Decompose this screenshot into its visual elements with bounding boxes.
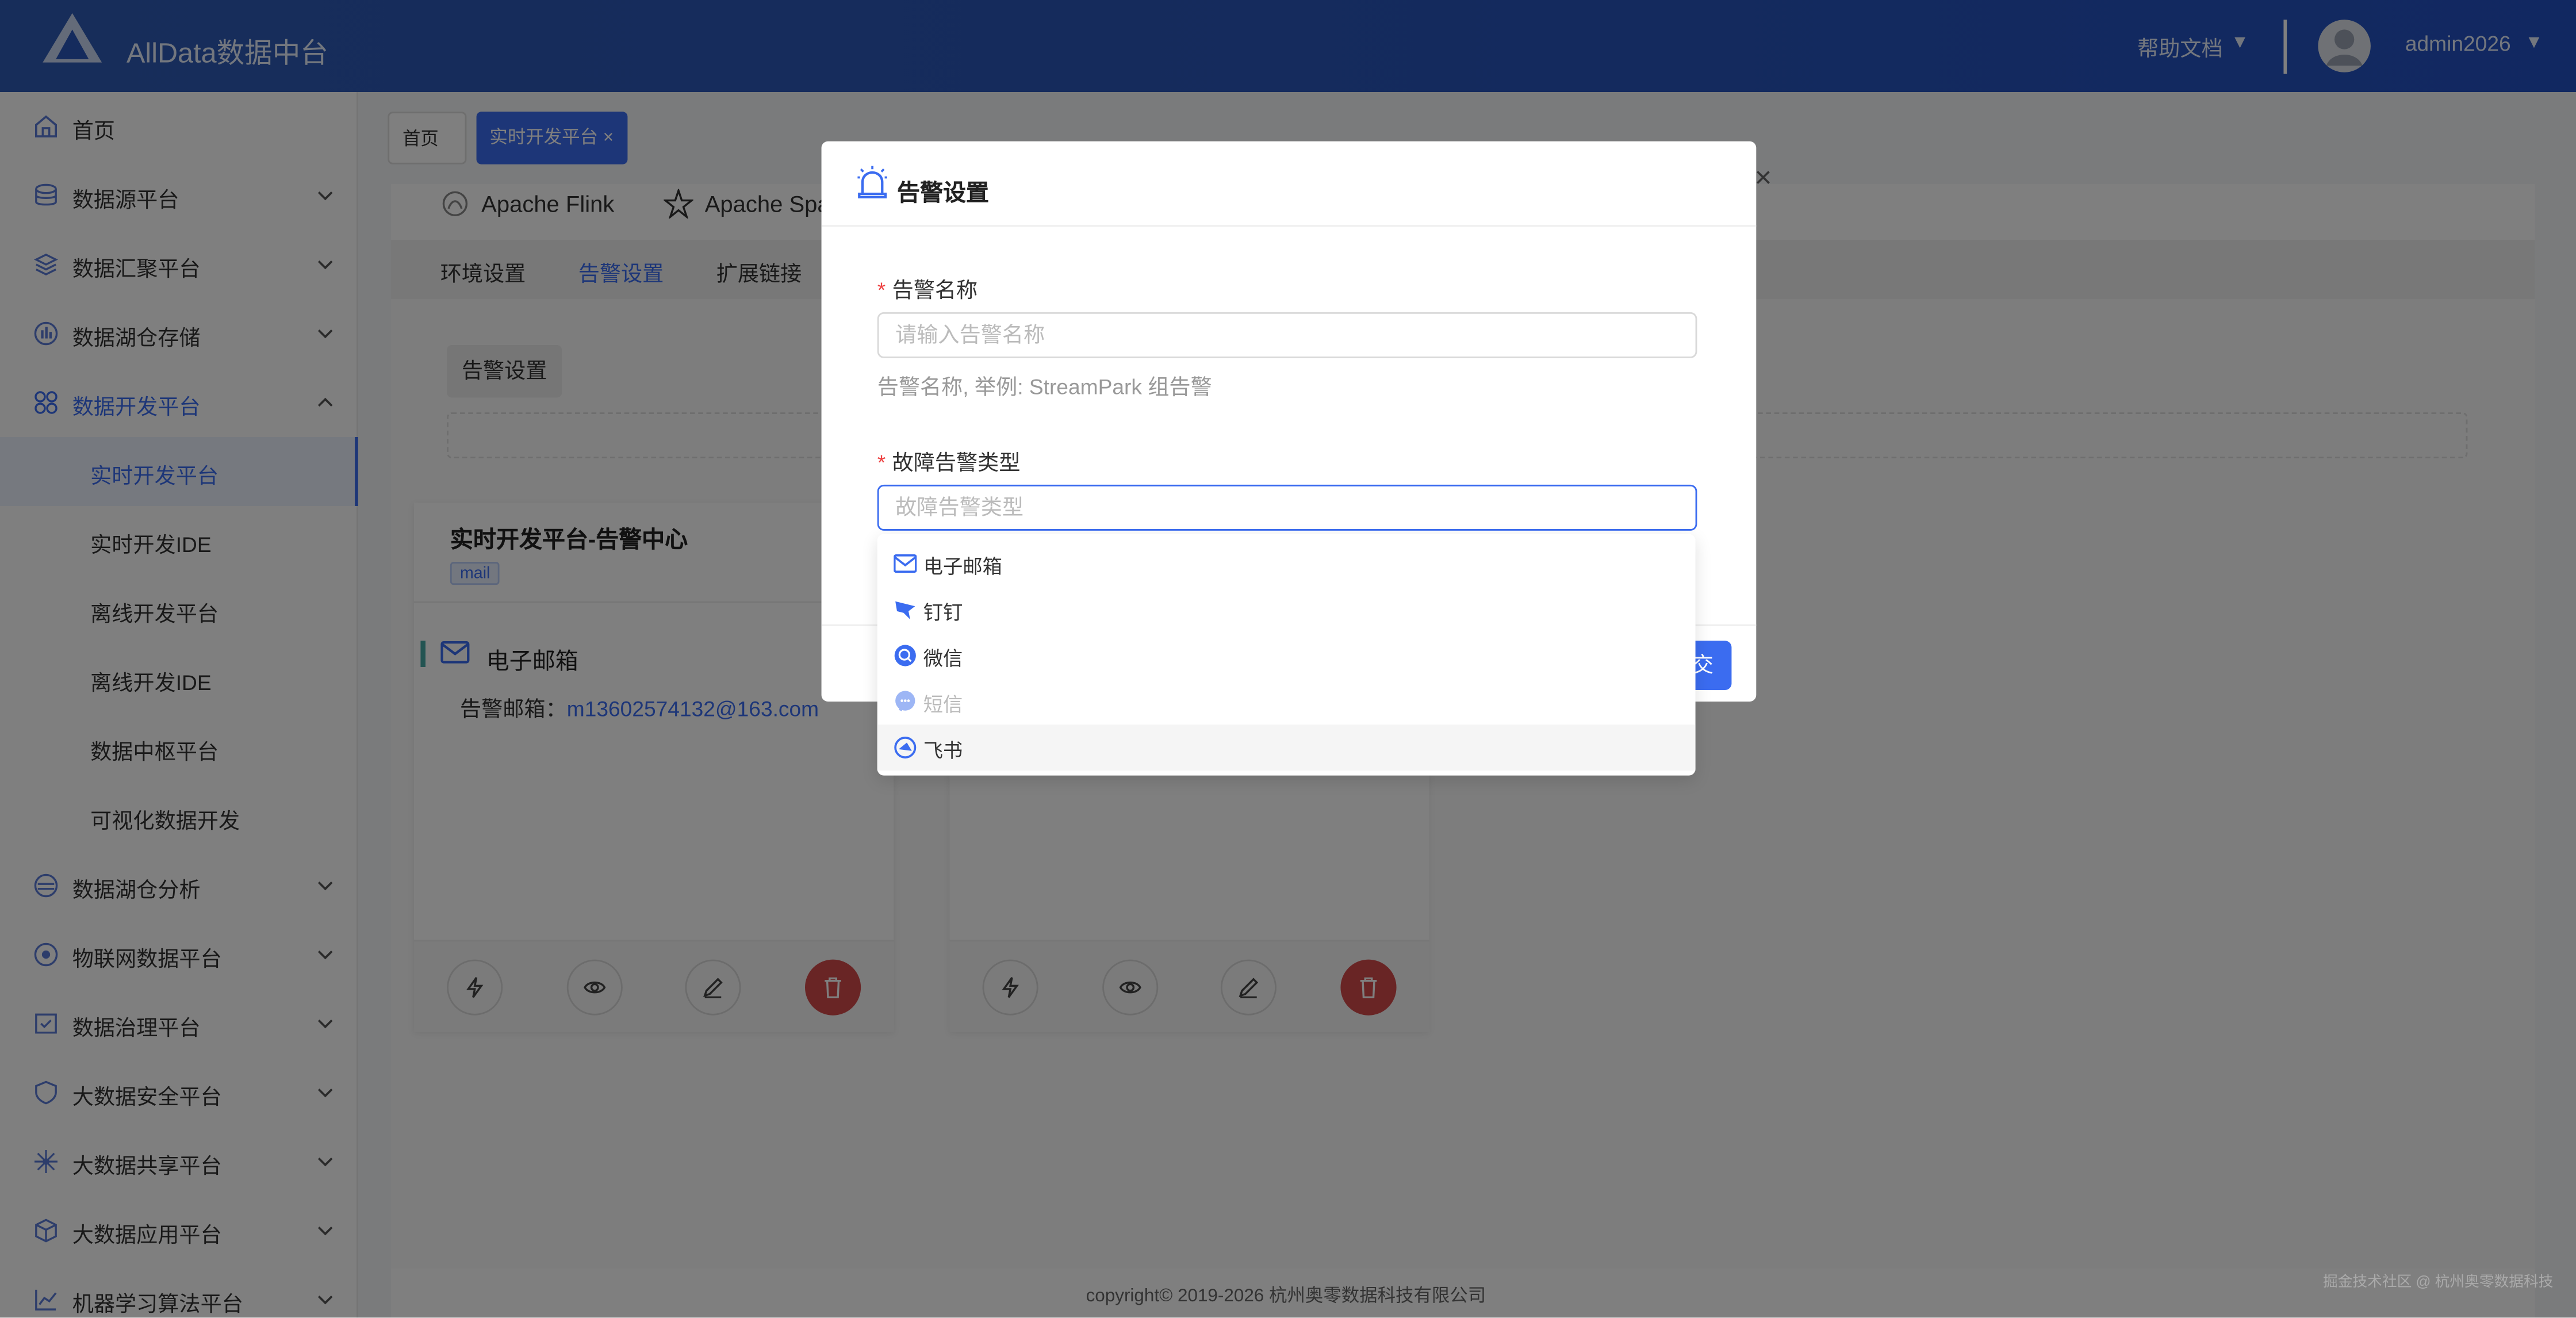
option-wechat[interactable]: 微信 [877,633,1696,679]
fault-type-select[interactable]: 故障告警类型 [877,484,1697,531]
fault-type-dropdown: 电子邮箱 钉钉 微信 短信 飞书 [877,534,1696,776]
lark-icon [894,737,917,759]
option-lark[interactable]: 飞书 [877,725,1696,771]
required-mark: * [877,450,886,475]
fault-type-label-text: 故障告警类型 [892,450,1021,475]
wechat-icon [894,645,916,666]
modal-close-icon[interactable]: × [1754,161,1772,196]
option-label: 短信 [923,693,963,717]
option-label: 微信 [923,647,963,671]
required-mark: * [877,277,886,302]
modal-header: 告警设置 [821,141,1757,227]
alarm-name-label: * 告警名称 [877,273,978,304]
option-label: 钉钉 [923,601,963,624]
option-label: 飞书 [923,739,963,763]
modal-title: 告警设置 [897,179,989,206]
fault-type-label: * 故障告警类型 [877,445,1021,476]
option-email[interactable]: 电子邮箱 [877,541,1696,587]
alarm-name-input[interactable]: 请输入告警名称 [877,312,1697,358]
alarm-bell-icon [857,166,887,199]
app-root: AllData数据中台 帮助文档 ▼ admin2026 ▼ 首页 数据源平台 … [0,0,2576,1318]
sms-icon [895,691,915,711]
alarm-name-label-text: 告警名称 [892,277,978,302]
option-sms: 短信 [877,679,1696,725]
dingtalk-icon [895,601,915,620]
alarm-name-help: 告警名称, 举例: StreamPark 组告警 [877,374,1212,400]
mail-icon [894,554,917,573]
option-label: 电子邮箱 [923,555,1002,578]
watermark: 掘金技术社区 @ 杭州奥零数据科技 [2323,1273,2554,1290]
option-dingtalk[interactable]: 钉钉 [877,587,1696,633]
